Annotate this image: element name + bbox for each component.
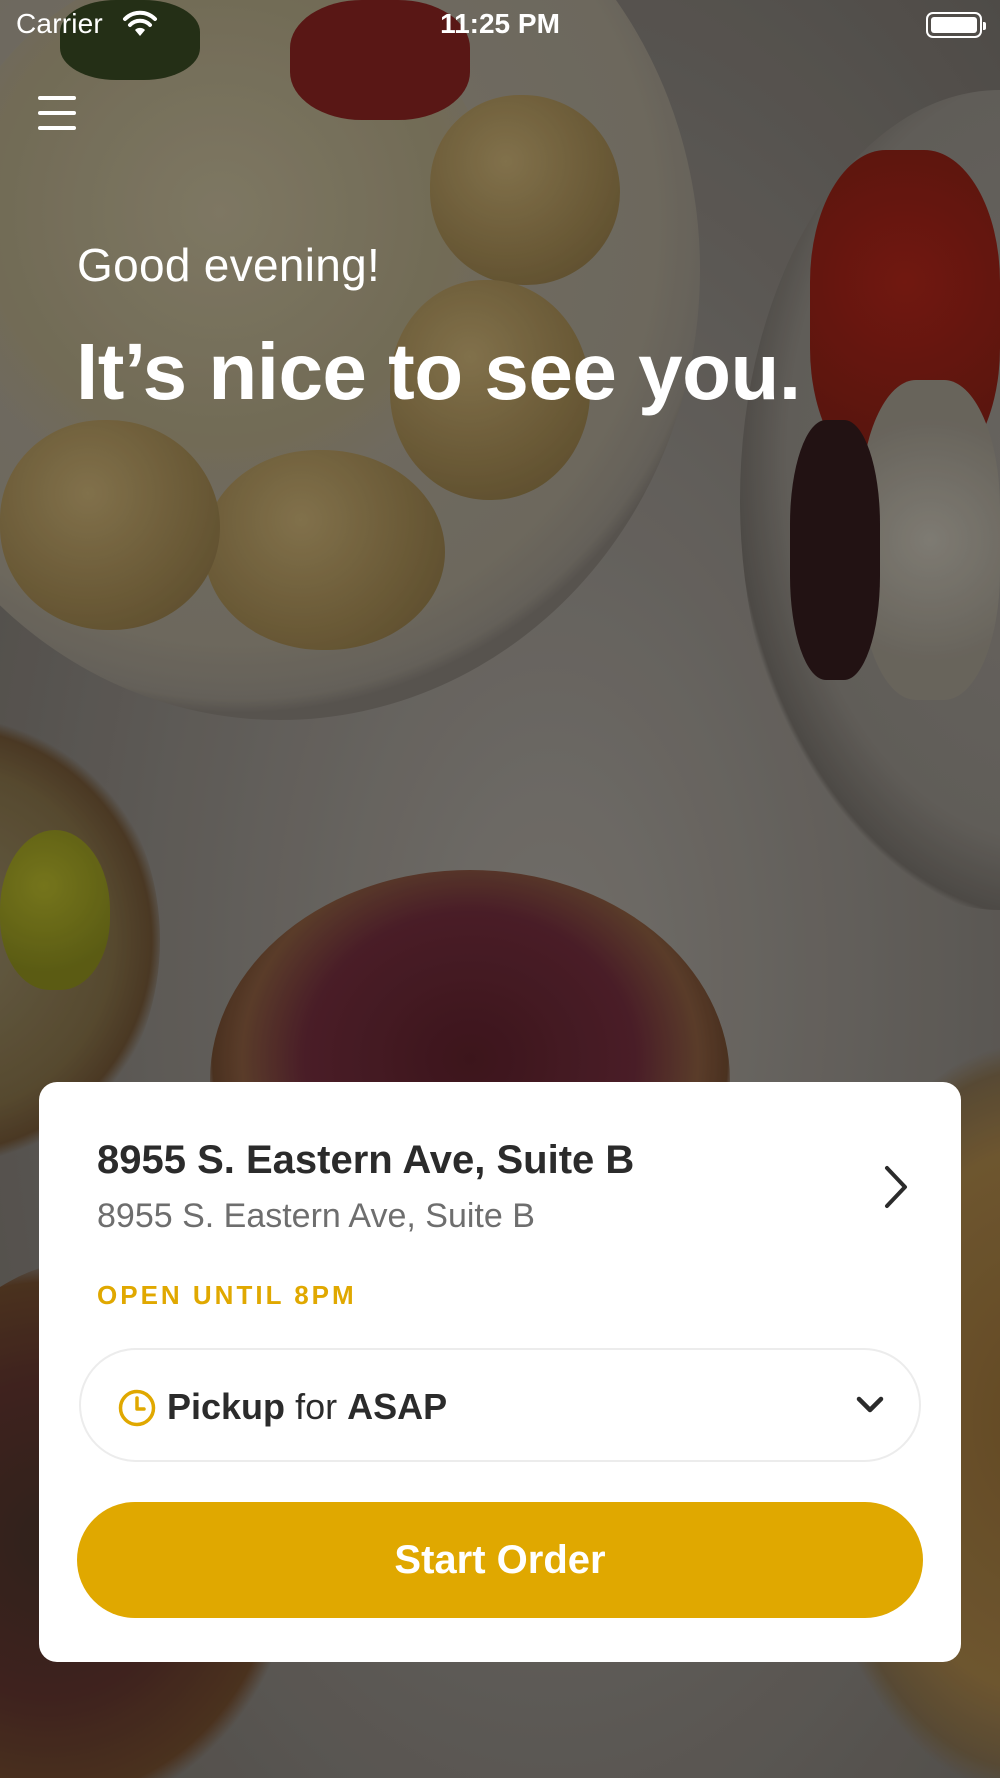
chevron-down-icon [855, 1394, 885, 1421]
location-address[interactable]: 8955 S. Eastern Ave, Suite B [97, 1197, 535, 1236]
order-mode-text: Pickup for ASAP [167, 1386, 447, 1428]
pickup-time-selector[interactable]: Pickup for ASAP [79, 1348, 921, 1462]
order-mode-connector: for [295, 1386, 338, 1427]
hamburger-menu-icon[interactable] [36, 94, 80, 134]
location-name[interactable]: 8955 S. Eastern Ave, Suite B [97, 1138, 634, 1183]
chevron-right-icon[interactable] [875, 1162, 915, 1212]
clock-time: 11:25 PM [440, 8, 560, 39]
order-mode: Pickup [167, 1386, 286, 1427]
start-order-button[interactable]: Start Order [77, 1502, 923, 1618]
location-card: 8955 S. Eastern Ave, Suite B 8955 S. Eas… [39, 1082, 961, 1662]
greeting-text: Good evening! [77, 239, 381, 291]
battery-icon [926, 12, 986, 38]
welcome-headline: It’s nice to see you. [76, 327, 801, 416]
clock-icon [117, 1388, 157, 1433]
order-time: ASAP [347, 1386, 448, 1427]
status-bar: Carrier 11:25 PM [0, 0, 1000, 50]
store-hours: OPEN UNTIL 8PM [97, 1280, 357, 1310]
